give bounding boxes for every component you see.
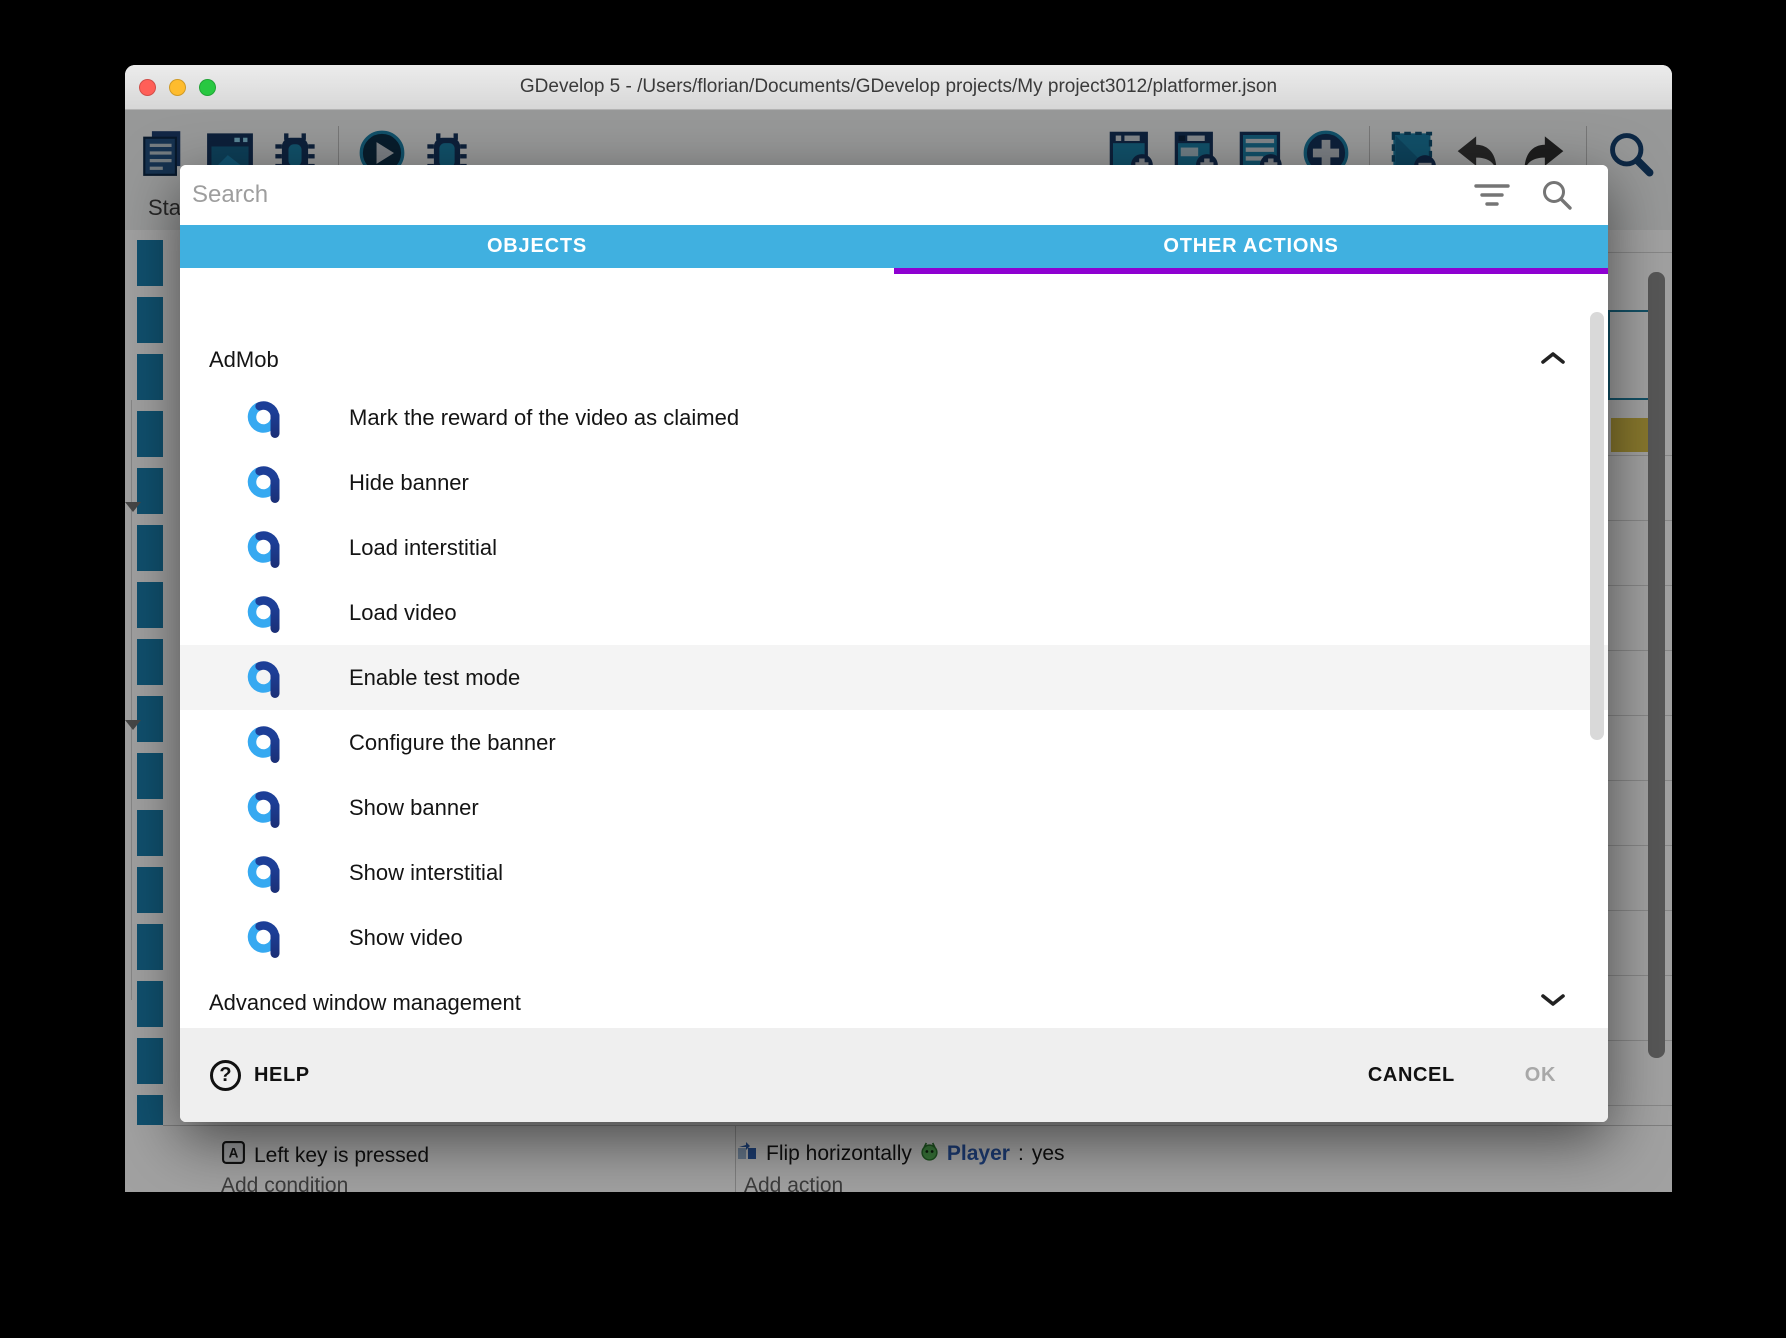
ok-label: OK (1525, 1064, 1556, 1086)
instruction-label: Hide banner (349, 470, 469, 496)
search-input[interactable] (192, 173, 1472, 217)
dialog-scrollbar[interactable] (1590, 312, 1604, 740)
instruction-list: AdMob Mark the reward of the video as cla… (180, 274, 1608, 1028)
instruction-picker-dialog: OBJECTS OTHER ACTIONS AdMob Mark the rewa… (180, 165, 1608, 1122)
instruction-item[interactable]: Show video (180, 905, 1608, 970)
instruction-label: Enable test mode (349, 665, 520, 691)
instruction-item[interactable]: Hide banner (180, 450, 1608, 515)
admob-icon (247, 787, 283, 829)
instruction-label: Load video (349, 600, 457, 626)
help-label: HELP (254, 1064, 310, 1087)
admob-icon (247, 397, 283, 439)
screenshot-stage: GDevelop 5 - /Users/florian/Documents/GD… (0, 0, 1786, 1338)
zoom-traffic-light[interactable] (199, 79, 216, 96)
tab-objects[interactable]: OBJECTS (180, 225, 894, 268)
instruction-item[interactable]: Load interstitial (180, 515, 1608, 580)
admob-icon (247, 592, 283, 634)
chevron-down-icon[interactable] (1538, 991, 1568, 1014)
instruction-label: Load interstitial (349, 535, 497, 561)
instruction-label: Show video (349, 925, 463, 951)
search-icon[interactable] (1540, 178, 1574, 217)
group-title: AdMob (209, 347, 1538, 373)
filter-icon[interactable] (1472, 181, 1512, 214)
cancel-button[interactable]: CANCEL (1368, 1064, 1455, 1087)
instruction-item[interactable]: Configure the banner (180, 710, 1608, 775)
cancel-label: CANCEL (1368, 1064, 1455, 1086)
group-title: Advanced window management (209, 990, 1538, 1016)
admob-icon (247, 722, 283, 764)
dialog-footer: ? HELP CANCEL OK (180, 1028, 1608, 1122)
instruction-item[interactable]: Show banner (180, 775, 1608, 840)
instruction-item[interactable]: Mark the reward of the video as claimed (180, 385, 1608, 450)
admob-icon (247, 852, 283, 894)
group-header-advanced-window-management[interactable]: Advanced window management (180, 975, 1608, 1028)
instruction-label: Show interstitial (349, 860, 503, 886)
instruction-item[interactable]: Show interstitial (180, 840, 1608, 905)
dialog-tabs: OBJECTS OTHER ACTIONS (180, 225, 1608, 268)
admob-icon (247, 527, 283, 569)
instruction-label: Mark the reward of the video as claimed (349, 405, 739, 431)
close-traffic-light[interactable] (139, 79, 156, 96)
admob-icon (247, 657, 283, 699)
ok-button: OK (1525, 1064, 1556, 1087)
instruction-label: Configure the banner (349, 730, 556, 756)
chevron-up-icon[interactable] (1538, 349, 1568, 372)
help-button[interactable]: ? HELP (210, 1060, 310, 1091)
window-title: GDevelop 5 - /Users/florian/Documents/GD… (520, 76, 1277, 98)
help-icon: ? (210, 1060, 241, 1091)
instruction-item[interactable]: Enable test mode (180, 645, 1608, 710)
instruction-label: Show banner (349, 795, 479, 821)
instruction-item[interactable]: Load video (180, 580, 1608, 645)
admob-icon (247, 917, 283, 959)
group-header-admob[interactable]: AdMob (180, 335, 1608, 385)
minimize-traffic-light[interactable] (169, 79, 186, 96)
titlebar: GDevelop 5 - /Users/florian/Documents/GD… (125, 65, 1672, 110)
tab-other-actions[interactable]: OTHER ACTIONS (894, 225, 1608, 268)
search-bar (180, 165, 1608, 225)
admob-icon (247, 462, 283, 504)
